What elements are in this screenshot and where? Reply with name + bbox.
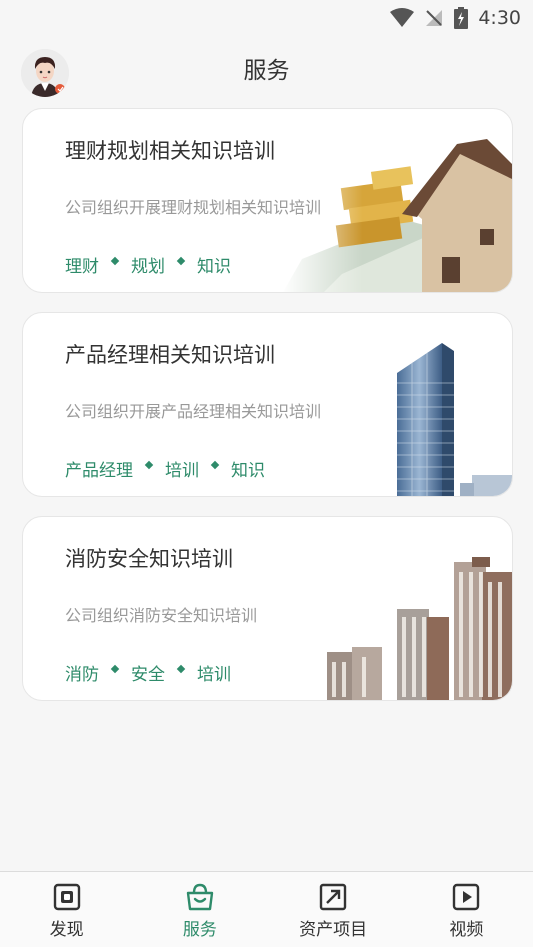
tag-separator-dot <box>110 664 120 673</box>
card-description: 公司组织开展产品经理相关知识培训 <box>65 402 322 421</box>
tag: 知识 <box>197 257 231 277</box>
residential-buildings-image <box>327 557 512 700</box>
tag: 知识 <box>231 461 265 481</box>
card-title: 消防安全知识培训 <box>65 547 233 571</box>
tab-label: 发现 <box>49 920 84 940</box>
tag: 产品经理 <box>65 461 133 481</box>
card-title: 理财规划相关知识培训 <box>65 139 275 163</box>
tag: 消防 <box>65 665 99 685</box>
status-bar: 4:30 <box>0 0 533 36</box>
card-description: 公司组织消防安全知识培训 <box>65 606 258 625</box>
tag: 规划 <box>131 257 165 277</box>
video-play-icon <box>453 883 480 911</box>
asset-project-icon <box>319 883 347 911</box>
no-signal-icon <box>426 10 443 26</box>
card-fire-safety-training[interactable]: 消防安全知识培训 公司组织消防安全知识培训 消防 安全 培训 <box>22 516 513 701</box>
service-bag-icon <box>186 883 214 911</box>
card-product-manager-training[interactable]: 产品经理相关知识培训 公司组织开展产品经理相关知识培训 产品经理 培训 知识 <box>22 312 513 497</box>
card-tags: 消防 安全 培训 <box>65 660 231 685</box>
tag: 安全 <box>131 665 165 685</box>
tag-separator-dot <box>110 256 120 265</box>
card-tags: 理财 规划 知识 <box>65 252 231 277</box>
header: 服务 <box>0 36 533 106</box>
office-tower-image <box>397 343 512 496</box>
tag-separator-dot <box>176 256 186 265</box>
tab-service[interactable]: 服务 <box>133 872 266 947</box>
tag: 培训 <box>165 461 199 481</box>
tab-asset-project[interactable]: 资产项目 <box>267 872 400 947</box>
card-finance-training[interactable]: 理财规划相关知识培训 公司组织开展理财规划相关知识培训 理财 规划 知识 <box>22 108 513 293</box>
card-title: 产品经理相关知识培训 <box>65 343 275 367</box>
tab-label: 服务 <box>182 920 217 940</box>
tag: 理财 <box>65 257 99 277</box>
status-time: 4:30 <box>478 7 521 29</box>
tag-separator-dot <box>144 460 154 469</box>
battery-charging-icon <box>454 7 469 29</box>
tab-label: 资产项目 <box>299 920 368 940</box>
wifi-icon <box>390 8 415 27</box>
tag: 培训 <box>197 665 231 685</box>
page-title: 服务 <box>243 58 290 84</box>
tag-separator-dot <box>210 460 220 469</box>
discover-icon <box>53 883 80 911</box>
tag-separator-dot <box>176 664 186 673</box>
card-tags: 产品经理 培训 知识 <box>65 456 265 481</box>
tab-label: 视频 <box>449 920 484 940</box>
tab-video[interactable]: 视频 <box>400 872 533 947</box>
tab-discover[interactable]: 发现 <box>0 872 133 947</box>
avatar-portrait-icon <box>21 49 69 97</box>
card-description: 公司组织开展理财规划相关知识培训 <box>65 198 322 217</box>
bottom-tab-bar: 发现 服务 资产项目 视频 <box>0 871 533 947</box>
avatar[interactable] <box>21 49 69 97</box>
